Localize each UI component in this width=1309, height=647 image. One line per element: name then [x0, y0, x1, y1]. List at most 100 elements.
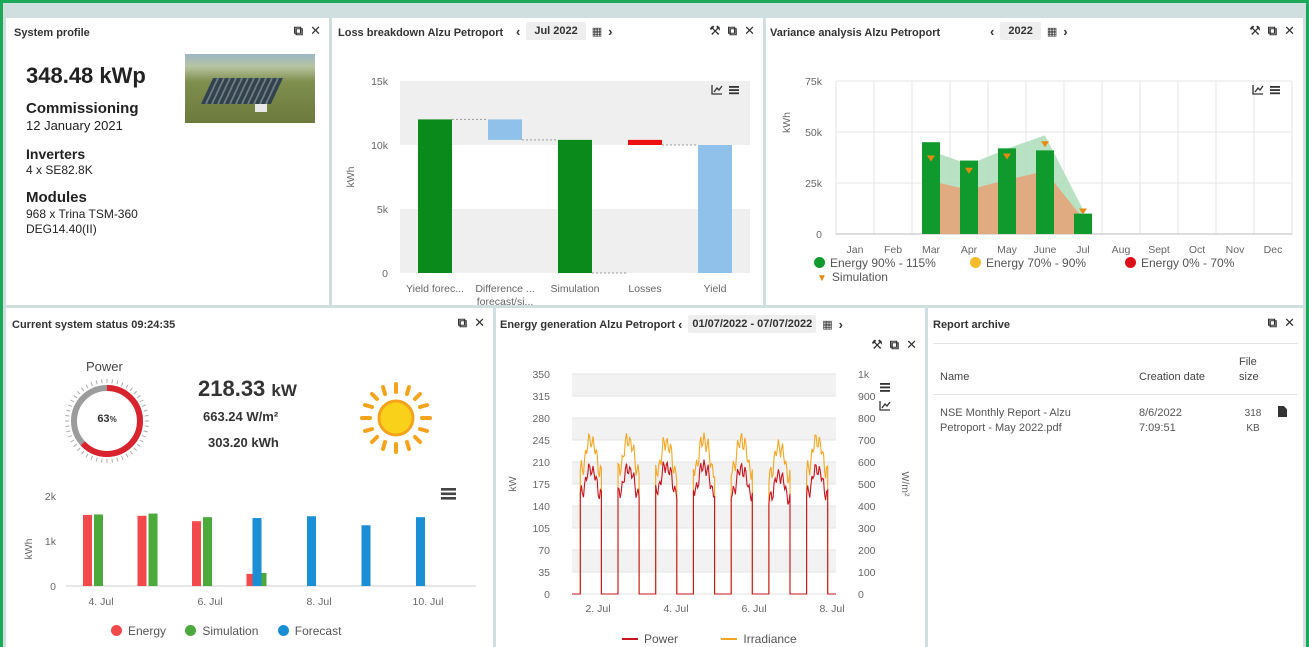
menu-icon-bar	[880, 383, 890, 385]
x-tick-label: Feb	[884, 244, 902, 256]
menu-icon-bar	[880, 386, 890, 389]
modules-value-line2: DEG14.40(II)	[26, 222, 97, 236]
next-period-button[interactable]: ›	[1063, 24, 1067, 39]
legend-item[interactable]: Power	[622, 632, 678, 646]
y-tick-label: 280	[532, 413, 550, 425]
close-icon[interactable]: ✕	[1284, 24, 1295, 38]
y-tick-label: 5k	[377, 204, 389, 216]
y-tick-label: 15k	[371, 76, 389, 88]
column-header-size[interactable]: File size	[1239, 355, 1265, 385]
restore-window-icon[interactable]: ⧉	[1268, 316, 1277, 330]
gauge-tick	[144, 425, 149, 427]
gauge-tick	[133, 390, 138, 395]
close-icon[interactable]: ✕	[474, 316, 485, 330]
prev-period-button[interactable]: ‹	[678, 317, 682, 332]
close-icon[interactable]: ✕	[744, 24, 755, 38]
chart-type-icon	[879, 401, 891, 411]
waterfall-bar	[418, 119, 452, 274]
legend-item[interactable]: Irradiance	[721, 632, 797, 646]
next-period-button[interactable]: ›	[608, 24, 612, 39]
x-tick-label: 4. Jul	[88, 596, 113, 608]
x-tick-label: Oct	[1189, 244, 1205, 256]
y2-tick-label: 500	[858, 479, 876, 491]
x-tick-label: forecast/si...	[477, 296, 534, 305]
x-tick-label: 8. Jul	[819, 603, 844, 615]
menu-icon-bar	[880, 390, 890, 392]
system-profile-panel: System profile ⧉ ✕ 348.48 kWp Commission…	[6, 18, 329, 305]
x-tick-label: Jan	[847, 244, 864, 256]
legend-item[interactable]: Energy 90% - 115%	[814, 256, 936, 270]
panel-title: Loss breakdown Alzu Petroport	[338, 27, 504, 39]
energy-generation-panel: Energy generation Alzu Petroport ‹ 01/07…	[496, 308, 925, 647]
y-tick-label: 350	[532, 369, 550, 381]
energy-bar	[998, 148, 1016, 234]
menu-icon	[1270, 86, 1280, 88]
daily-bar	[148, 513, 158, 586]
restore-window-icon[interactable]: ⧉	[294, 24, 303, 38]
gauge-tick	[66, 430, 71, 433]
gauge-tick	[65, 425, 70, 427]
menu-icon	[1270, 89, 1280, 91]
legend-item[interactable]: Energy	[111, 624, 166, 638]
current-status-panel: Current system status 09:24:35 ⧉ ✕ Power…	[6, 308, 493, 647]
gauge-tick	[95, 380, 98, 385]
next-period-button[interactable]: ›	[839, 317, 843, 332]
restore-window-icon[interactable]: ⧉	[728, 24, 737, 38]
column-header-date[interactable]: Creation date	[1139, 371, 1205, 383]
legend-item[interactable]: ▼ Simulation	[817, 270, 888, 284]
x-tick-label: Sept	[1148, 244, 1170, 256]
x-tick-label: Nov	[1226, 244, 1245, 256]
y2-tick-label: 300	[858, 523, 876, 535]
report-name-link[interactable]: NSE Monthly Report - Alzu Petroport - Ma…	[940, 406, 1090, 436]
variance-analysis-panel: Variance analysis Alzu Petroport ‹ 2022 …	[766, 18, 1303, 305]
energy-bar	[1036, 150, 1054, 234]
generation-legend: Power Irradiance	[622, 632, 797, 646]
legend-item[interactable]: Energy 0% - 70%	[1125, 256, 1234, 270]
calendar-icon[interactable]: ▦	[1047, 25, 1057, 38]
y-axis-label: kWh	[345, 166, 357, 187]
gauge-tick	[68, 435, 73, 438]
x-tick-label: Apr	[961, 244, 978, 256]
prev-period-button[interactable]: ‹	[516, 24, 520, 39]
y-tick-label: 1k	[45, 536, 57, 548]
close-icon[interactable]: ✕	[906, 338, 917, 352]
prev-period-button[interactable]: ‹	[990, 24, 994, 39]
close-icon[interactable]: ✕	[310, 24, 321, 38]
y2-tick-label: 1k	[858, 369, 870, 381]
menu-icon	[729, 92, 739, 95]
close-icon[interactable]: ✕	[1284, 316, 1295, 330]
gauge-tick	[66, 409, 71, 412]
calendar-icon[interactable]: ▦	[822, 318, 832, 331]
legend-item[interactable]: Forecast	[277, 624, 341, 638]
x-tick-label: Yield	[704, 283, 727, 295]
download-file-icon[interactable]	[1278, 406, 1287, 417]
inverters-label: Inverters	[26, 146, 86, 162]
wrench-icon[interactable]: ⚒	[871, 338, 883, 352]
restore-window-icon[interactable]: ⧉	[458, 316, 467, 330]
menu-icon-bar	[441, 497, 456, 500]
energy-bar	[1074, 213, 1092, 234]
restore-window-icon[interactable]: ⧉	[1268, 24, 1277, 38]
period-selector[interactable]: 01/07/2022 - 07/07/2022	[688, 315, 817, 333]
calendar-icon[interactable]: ▦	[592, 25, 602, 38]
period-selector[interactable]: 2022	[1000, 22, 1041, 40]
report-date: 8/6/2022 7:09:51	[1139, 407, 1182, 434]
site-photo	[185, 54, 315, 123]
wrench-icon[interactable]: ⚒	[1249, 24, 1261, 38]
waterfall-bar	[628, 139, 662, 145]
gauge-tick	[139, 439, 144, 443]
x-tick-label: Jul	[1076, 244, 1089, 256]
waterfall-bar	[558, 139, 592, 273]
daily-bar	[83, 514, 92, 586]
wrench-icon[interactable]: ⚒	[709, 24, 721, 38]
y-tick-label: 70	[538, 545, 550, 557]
gauge-tick	[81, 450, 85, 455]
table-row[interactable]: NSE Monthly Report - Alzu Petroport - Ma…	[928, 404, 1303, 444]
y-tick-label: 175	[532, 479, 550, 491]
legend-item[interactable]: Energy 70% - 90%	[970, 256, 1086, 270]
column-header-name[interactable]: Name	[940, 371, 969, 383]
commissioning-label: Commissioning	[26, 100, 139, 117]
legend-item[interactable]: Simulation	[185, 624, 258, 638]
restore-window-icon[interactable]: ⧉	[890, 338, 899, 352]
period-selector[interactable]: Jul 2022	[526, 22, 586, 40]
